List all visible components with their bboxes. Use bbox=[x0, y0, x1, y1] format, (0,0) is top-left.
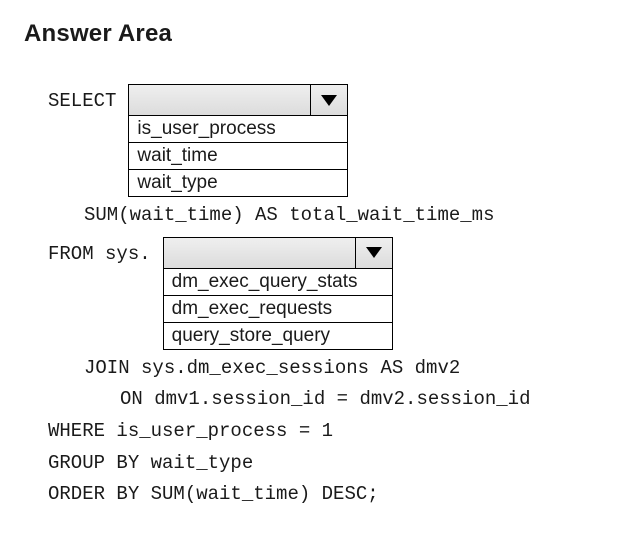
dropdown-arrow-box[interactable] bbox=[355, 238, 392, 268]
from-row: FROM sys. dm_exec_query_stats dm_exec_re… bbox=[48, 237, 609, 350]
dropdown-options: is_user_process wait_time wait_type bbox=[129, 116, 347, 196]
code-line-where: WHERE is_user_process = 1 bbox=[24, 419, 609, 445]
dropdown-option[interactable]: wait_type bbox=[129, 169, 347, 196]
dropdown-option[interactable]: wait_time bbox=[129, 142, 347, 169]
code-line-groupby: GROUP BY wait_type bbox=[24, 451, 609, 477]
from-keyword: FROM sys. bbox=[48, 237, 151, 265]
chevron-down-icon bbox=[321, 95, 337, 106]
dropdown-header[interactable] bbox=[164, 238, 392, 269]
dropdown-option[interactable]: is_user_process bbox=[129, 116, 347, 142]
dropdown-header[interactable] bbox=[129, 85, 347, 116]
dropdown-selected bbox=[129, 85, 310, 115]
code-line-orderby: ORDER BY SUM(wait_time) DESC; bbox=[24, 482, 609, 508]
code-line-on: ON dmv1.session_id = dmv2.session_id bbox=[24, 387, 609, 413]
dropdown-option[interactable]: dm_exec_query_stats bbox=[164, 269, 392, 295]
dropdown-from-table[interactable]: dm_exec_query_stats dm_exec_requests que… bbox=[163, 237, 393, 350]
code-line-sum: SUM(wait_time) AS total_wait_time_ms bbox=[24, 203, 609, 229]
chevron-down-icon bbox=[366, 247, 382, 258]
dropdown-option[interactable]: query_store_query bbox=[164, 322, 392, 349]
dropdown-arrow-box[interactable] bbox=[310, 85, 347, 115]
dropdown-selected bbox=[164, 238, 355, 268]
dropdown-select-column[interactable]: is_user_process wait_time wait_type bbox=[128, 84, 348, 197]
select-keyword: SELECT bbox=[48, 84, 116, 112]
select-row: SELECT is_user_process wait_time wait_ty… bbox=[48, 84, 609, 197]
dropdown-option[interactable]: dm_exec_requests bbox=[164, 295, 392, 322]
page-title: Answer Area bbox=[24, 20, 609, 48]
dropdown-options: dm_exec_query_stats dm_exec_requests que… bbox=[164, 269, 392, 349]
code-line-join: JOIN sys.dm_exec_sessions AS dmv2 bbox=[24, 356, 609, 382]
